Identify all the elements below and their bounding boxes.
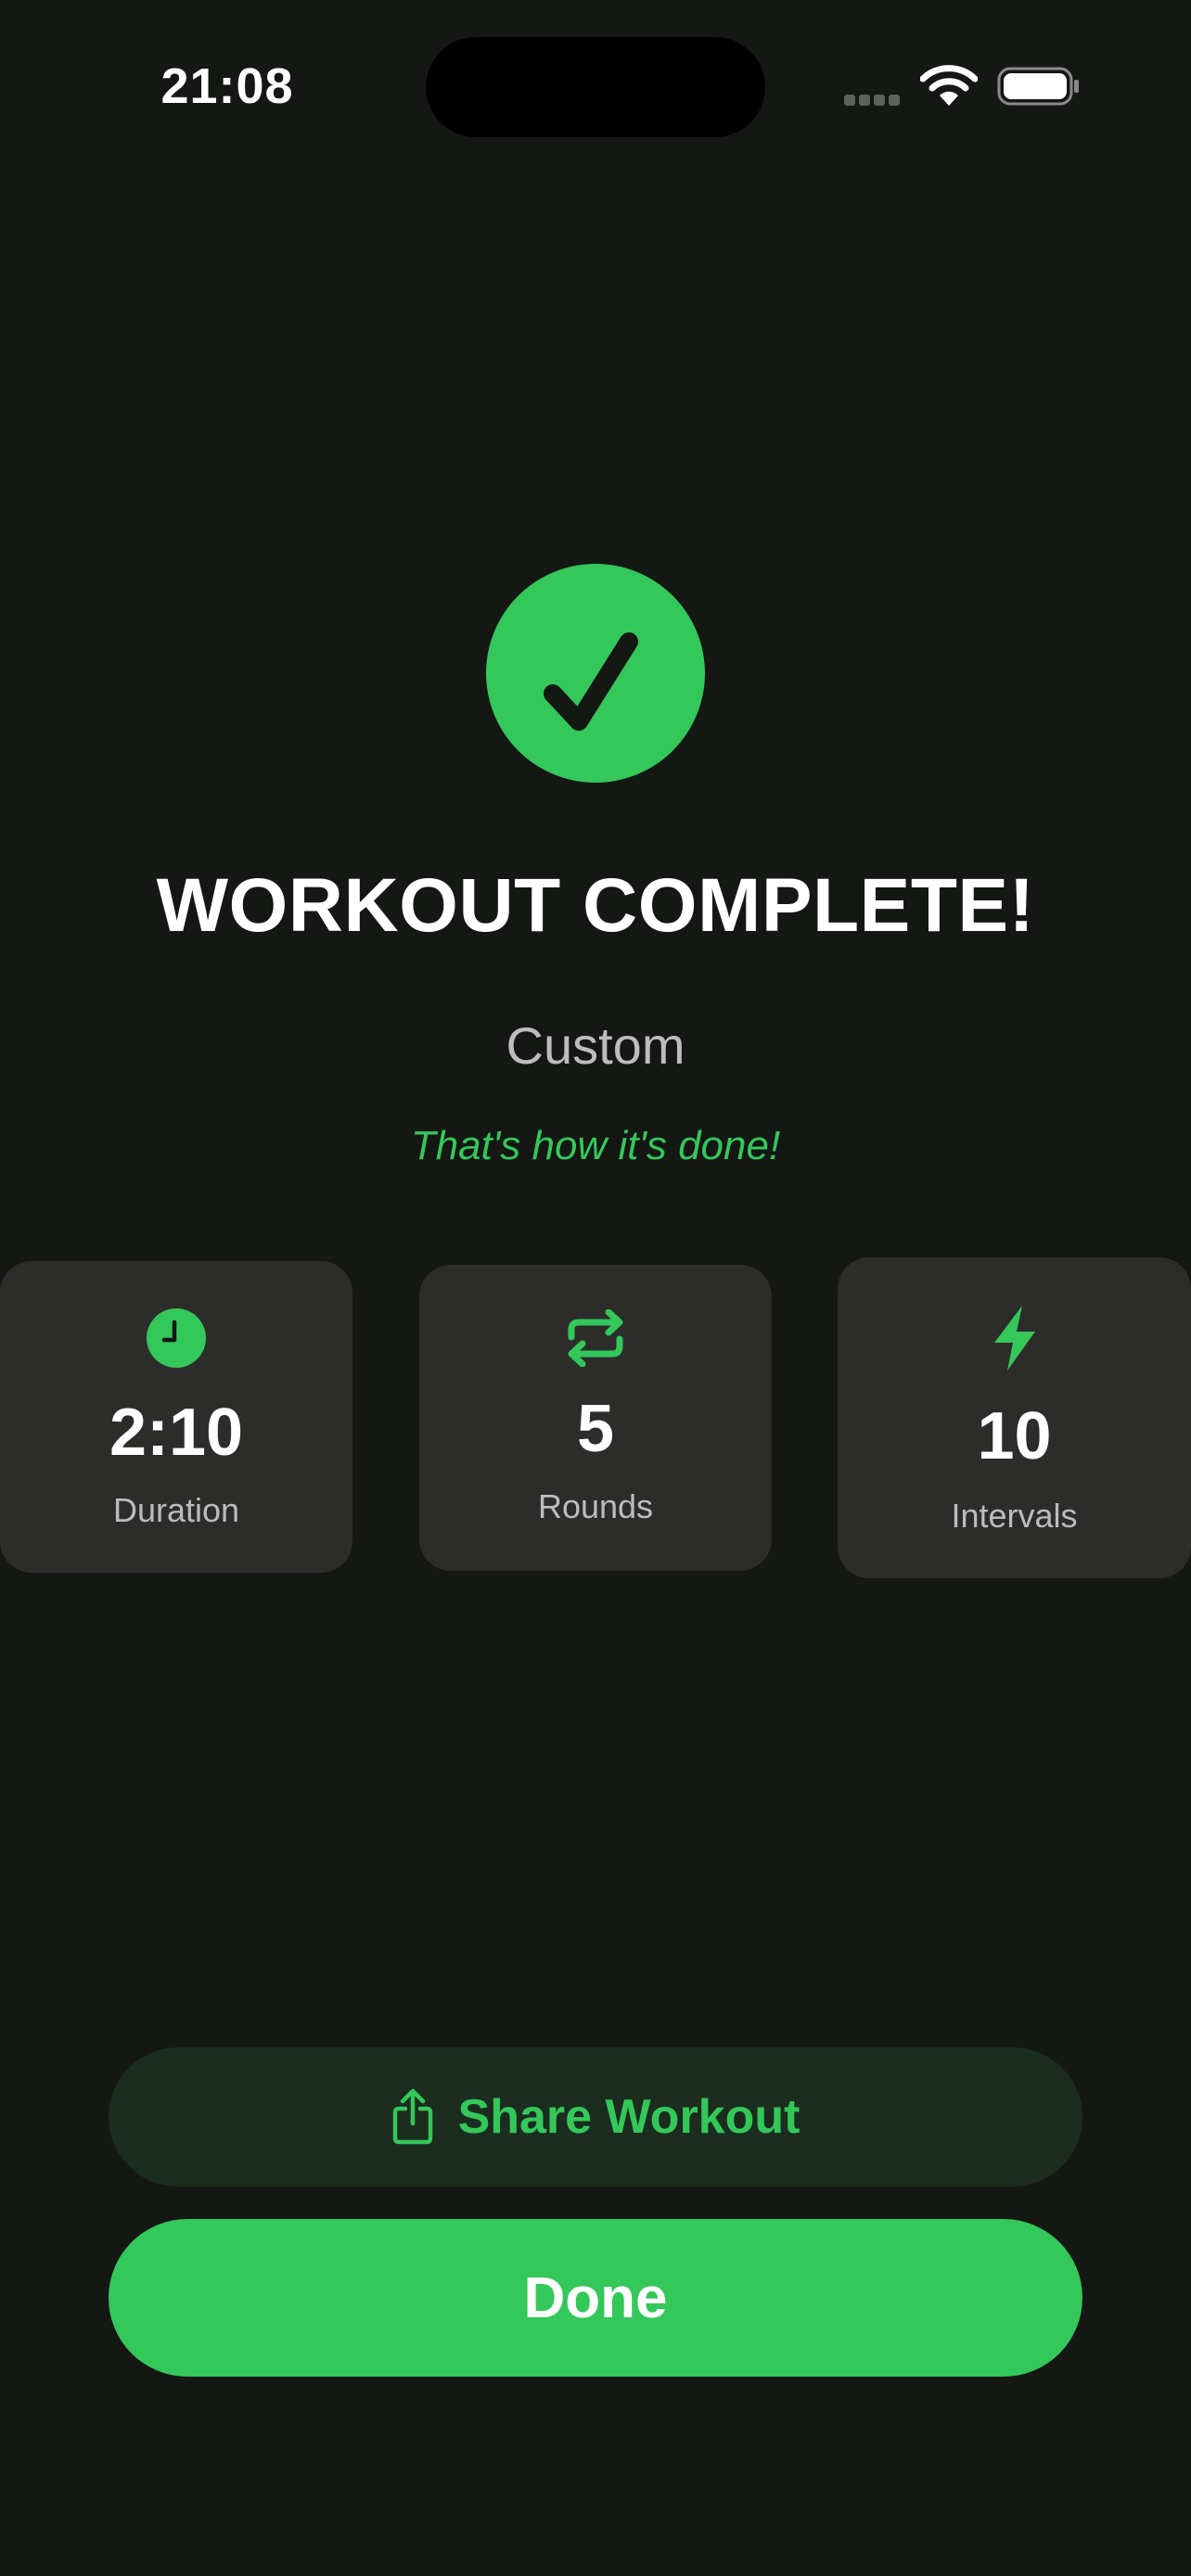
stat-card-intervals: 10 Intervals <box>838 1257 1191 1578</box>
status-time: 21:08 <box>160 58 294 114</box>
done-label: Done <box>523 2265 668 2330</box>
wifi-icon <box>919 65 979 108</box>
page-title: WORKOUT COMPLETE! <box>156 863 1035 948</box>
repeat-icon <box>419 1309 772 1367</box>
battery-icon <box>996 65 1082 108</box>
workout-name: Custom <box>506 1016 685 1075</box>
done-button[interactable]: Done <box>109 2219 1082 2377</box>
share-workout-label: Share Workout <box>457 2090 800 2144</box>
stat-value: 5 <box>576 1392 615 1466</box>
share-icon <box>392 2088 432 2145</box>
bolt-icon <box>838 1304 1191 1372</box>
checkmark-circle-icon <box>486 564 705 783</box>
stat-value: 2:10 <box>109 1396 244 1470</box>
stat-card-duration: 2:10 Duration <box>0 1261 352 1573</box>
cellular-signal-icon <box>844 95 905 108</box>
stat-card-rounds: 5 Rounds <box>419 1265 772 1571</box>
stat-label: Intervals <box>951 1497 1078 1535</box>
stat-value: 10 <box>977 1399 1052 1473</box>
tagline: That's how it's done! <box>410 1123 781 1168</box>
clock-icon <box>0 1307 352 1369</box>
stat-label: Duration <box>112 1491 240 1529</box>
stat-label: Rounds <box>537 1487 654 1525</box>
dynamic-island <box>426 37 765 137</box>
share-workout-button[interactable]: Share Workout <box>109 2047 1082 2187</box>
